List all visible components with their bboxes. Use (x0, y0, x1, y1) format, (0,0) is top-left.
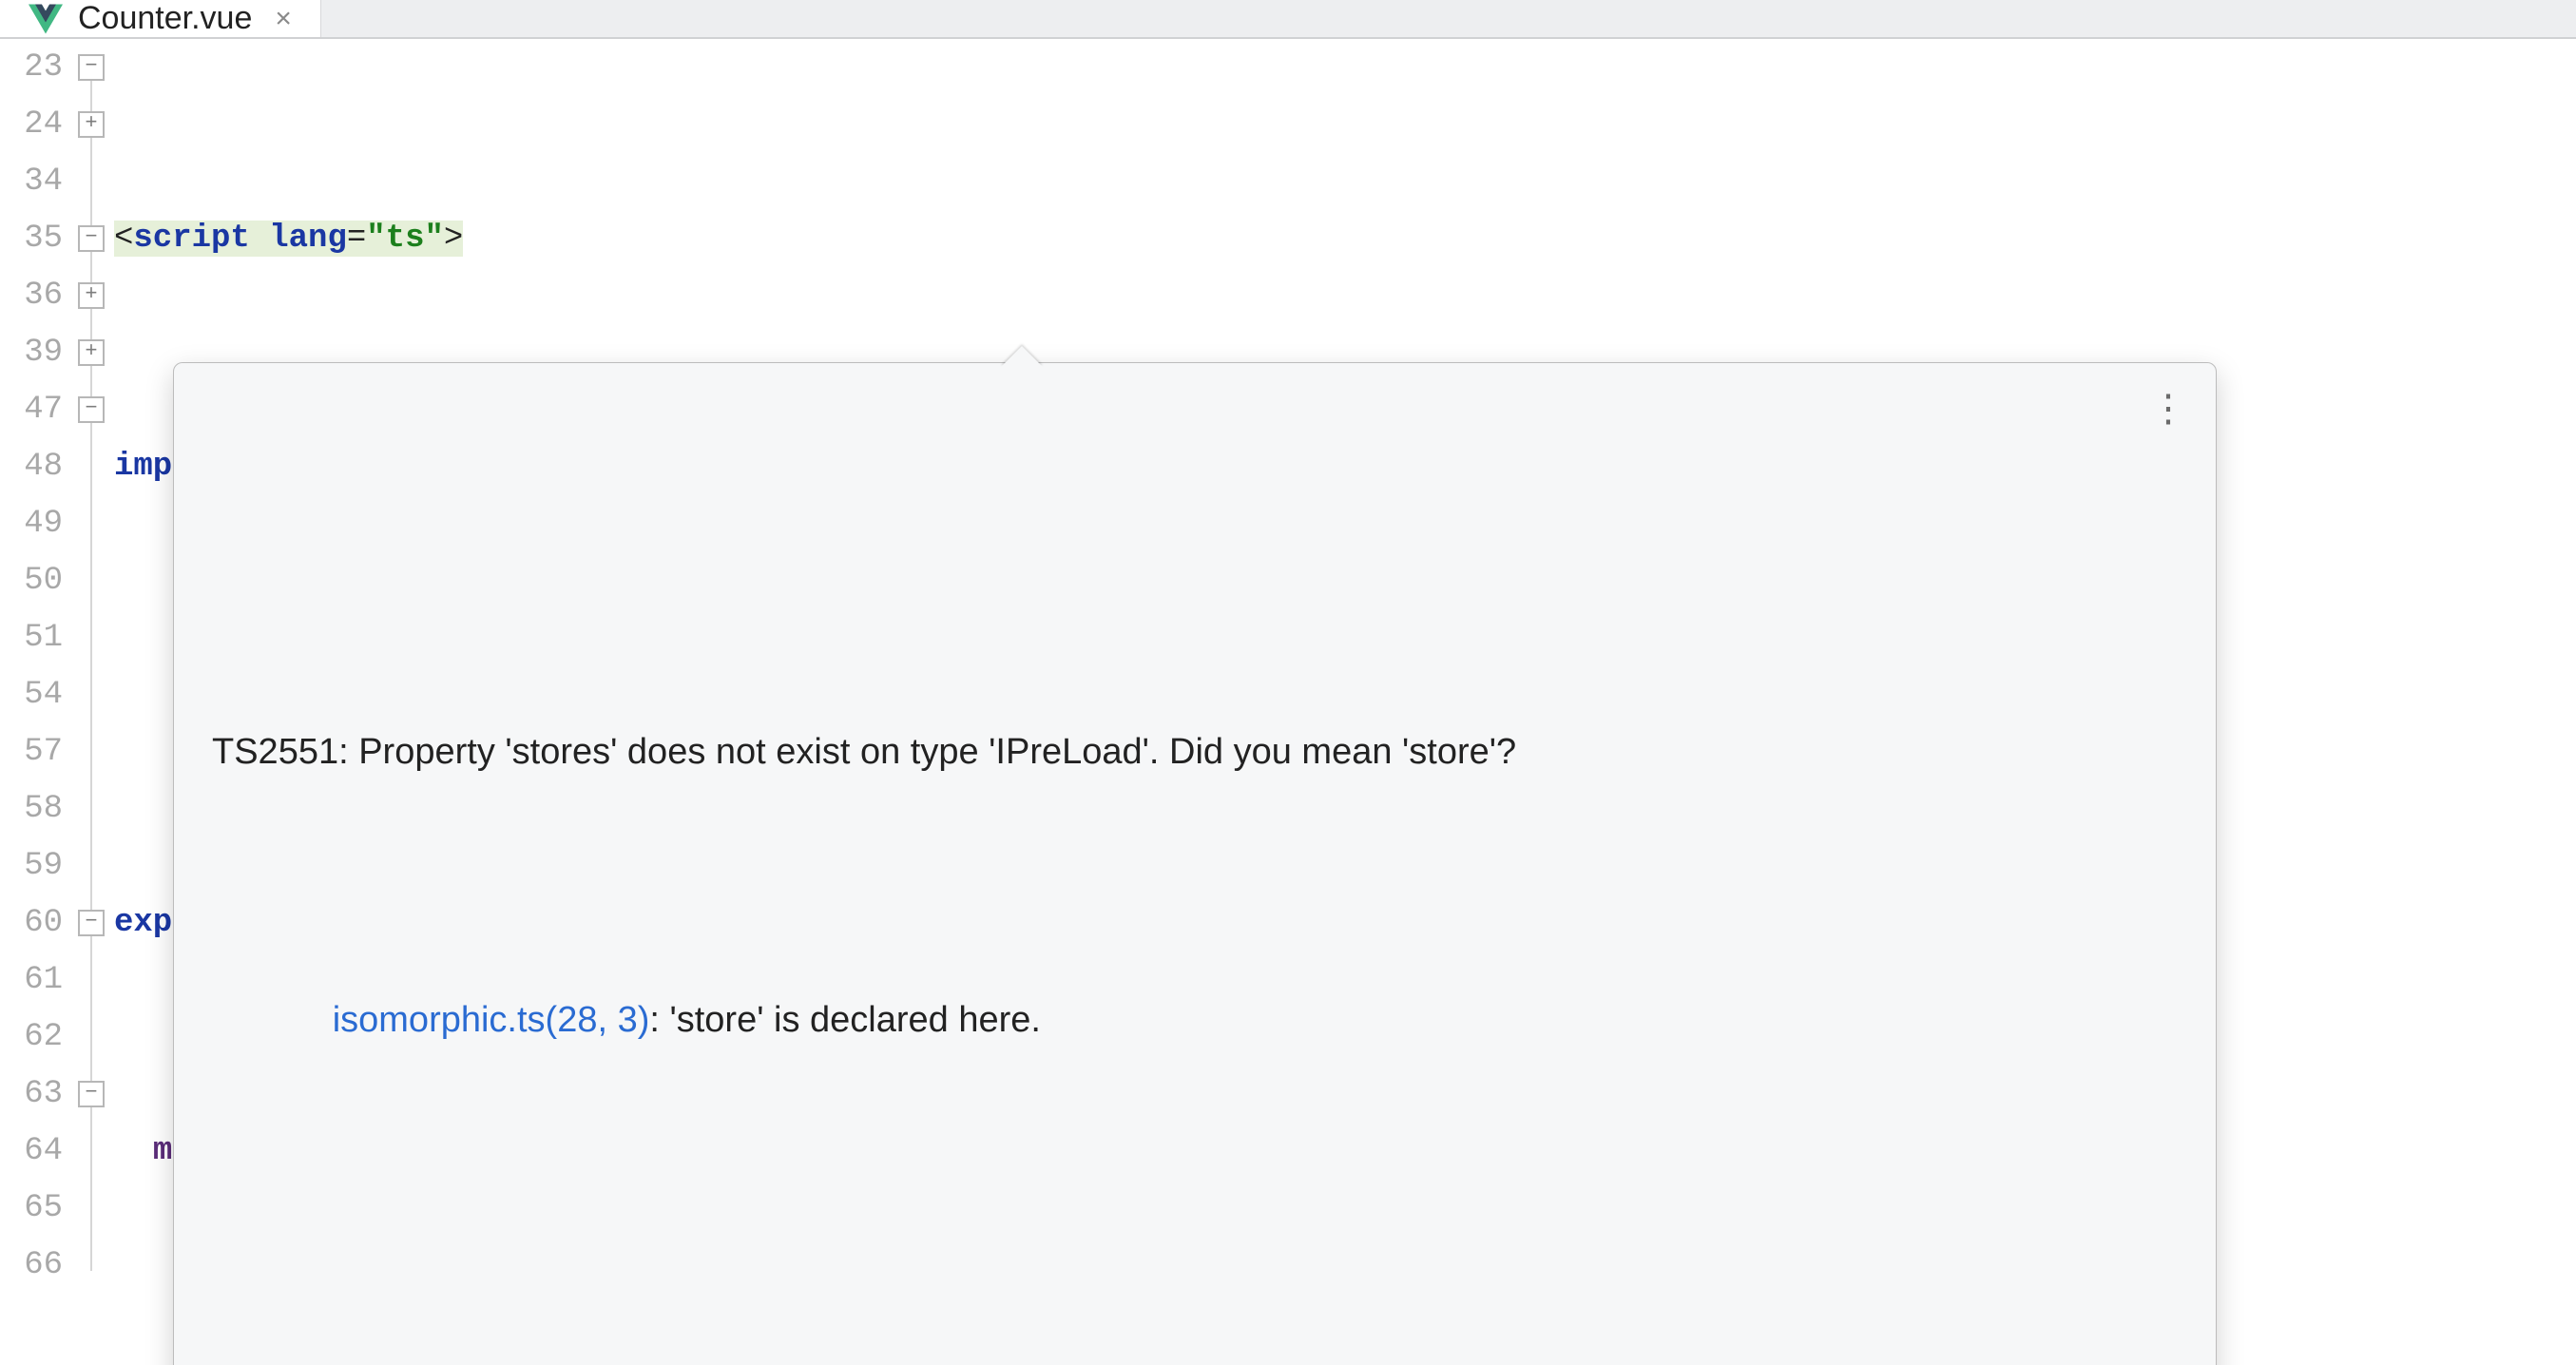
line-number: 61 (0, 952, 63, 1009)
line-number: 64 (0, 1123, 63, 1180)
reference-link[interactable]: isomorphic.ts(28, 3) (333, 1000, 650, 1040)
code-editor[interactable]: 2324343536394748495051545758596061626364… (0, 39, 2576, 1365)
line-number: 24 (0, 96, 63, 153)
line-number: 63 (0, 1066, 63, 1123)
line-number: 47 (0, 381, 63, 438)
line-number-gutter: 2324343536394748495051545758596061626364… (0, 39, 76, 1365)
line-number: 65 (0, 1180, 63, 1237)
file-tab[interactable]: Counter.vue × (0, 0, 321, 37)
editor-tab-bar: Counter.vue × (0, 0, 2576, 39)
line-number: 60 (0, 894, 63, 952)
fold-collapse-icon[interactable] (78, 54, 105, 81)
error-message: TS2551: Property 'stores' does not exist… (212, 728, 2178, 777)
error-tooltip: ⋮ TS2551: Property 'stores' does not exi… (173, 362, 2217, 1365)
line-number: 48 (0, 438, 63, 495)
fold-column (76, 39, 114, 1365)
line-number: 35 (0, 210, 63, 267)
line-number: 62 (0, 1009, 63, 1066)
line-number: 59 (0, 837, 63, 894)
line-number: 58 (0, 780, 63, 837)
line-number: 54 (0, 666, 63, 723)
fold-expand-icon[interactable] (78, 339, 105, 366)
line-number: 34 (0, 153, 63, 210)
line-number: 50 (0, 552, 63, 609)
line-number: 23 (0, 39, 63, 96)
fold-collapse-icon[interactable] (78, 396, 105, 423)
fold-expand-icon[interactable] (78, 282, 105, 309)
fold-collapse-icon[interactable] (78, 1081, 105, 1107)
line-number: 51 (0, 609, 63, 666)
more-vert-icon[interactable]: ⋮ (2149, 380, 2189, 437)
fold-expand-icon[interactable] (78, 111, 105, 138)
code-area[interactable]: <script lang="ts"> import ... export def… (114, 39, 2576, 1365)
line-number: 66 (0, 1237, 63, 1294)
close-icon[interactable]: × (275, 3, 292, 35)
error-reference: isomorphic.ts(28, 3): 'store' is declare… (212, 934, 2178, 1105)
tab-filename: Counter.vue (78, 0, 252, 37)
code-line: <script lang="ts"> (114, 210, 2576, 267)
fold-collapse-icon[interactable] (78, 225, 105, 252)
tooltip-pointer (1001, 346, 1043, 367)
line-number: 36 (0, 267, 63, 324)
line-number: 57 (0, 723, 63, 780)
vue-file-icon (29, 2, 63, 36)
fold-collapse-icon[interactable] (78, 910, 105, 936)
line-number: 49 (0, 495, 63, 552)
line-number: 39 (0, 324, 63, 381)
